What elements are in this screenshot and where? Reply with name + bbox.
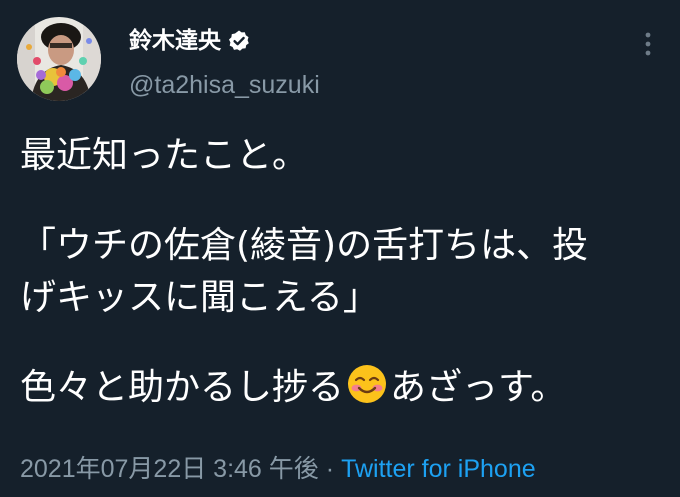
more-options-icon[interactable] (640, 30, 656, 58)
tweet-line-1: 最近知ったこと。 (20, 135, 309, 176)
avatar[interactable] (17, 17, 101, 101)
tweet-line-3: げキッスに聞こえる」 (20, 277, 379, 318)
tweet-meta: 2021年07月22日 3:46 午後 · Twitter for iPhone (20, 452, 536, 486)
tweet-line-4: 色々と助かるし捗る あざっす。 (20, 362, 670, 414)
tweet-line-4-text-end: あざっす。 (390, 367, 567, 408)
display-name[interactable]: 鈴木達央 (129, 24, 221, 58)
timestamp[interactable]: 2021年07月22日 3:46 午後 (20, 452, 319, 486)
smiling-face-with-blush-emoji-icon (346, 363, 388, 405)
meta-separator: · (325, 455, 335, 483)
author-handle[interactable]: @ta2hisa_suzuki (129, 70, 320, 100)
verified-badge-icon (227, 29, 251, 53)
source-link[interactable]: Twitter for iPhone (341, 452, 536, 486)
tweet-line-2: 「ウチの佐倉(綾音)の舌打ちは、投 (20, 225, 589, 266)
avatar-image (17, 17, 101, 101)
tweet-text: 最近知ったこと。 「ウチの佐倉(綾音)の舌打ちは、投 げキッスに聞こえる」 色々… (20, 130, 670, 414)
author-name-row[interactable]: 鈴木達央 (129, 24, 251, 58)
tweet-line-4-text: 色々と助かるし捗る (20, 367, 345, 408)
tweet-card: 鈴木達央 @ta2hisa_suzuki 最近知ったこと。 「ウチの佐倉(綾音)… (0, 0, 680, 497)
